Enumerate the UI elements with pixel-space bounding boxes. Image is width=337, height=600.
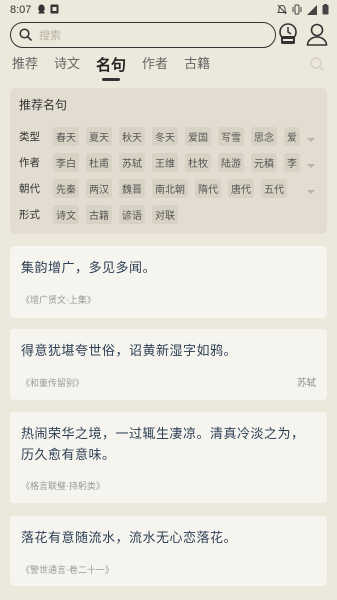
filter-row-form: 形式 诗文 古籍 谚语 对联 bbox=[19, 201, 318, 227]
quote-author[interactable]: 苏轼 bbox=[297, 375, 316, 389]
filter-chip[interactable]: 爱国 bbox=[185, 126, 211, 146]
filter-chip[interactable]: 先秦 bbox=[53, 178, 79, 198]
filter-chip[interactable]: 杜牧 bbox=[185, 152, 211, 172]
filter-chip[interactable]: 古籍 bbox=[86, 204, 112, 224]
chevron-down-icon[interactable] bbox=[302, 155, 316, 174]
filter-chip[interactable]: 唐代 bbox=[228, 178, 254, 198]
filter-chip[interactable]: 爱 bbox=[284, 126, 300, 146]
status-time: 8:07 bbox=[10, 4, 32, 16]
filter-chip[interactable]: 谚语 bbox=[119, 204, 145, 224]
category-tabs: 推荐 诗文 名句 作者 古籍 bbox=[12, 52, 226, 78]
user-profile-button[interactable] bbox=[305, 22, 329, 48]
filter-row-dynasty: 朝代 先秦 两汉 魏晋 南北朝 隋代 唐代 五代 bbox=[19, 175, 318, 201]
filter-chip[interactable]: 李白 bbox=[53, 152, 79, 172]
filter-chip[interactable]: 五代 bbox=[261, 178, 287, 198]
chevron-down-icon[interactable] bbox=[302, 181, 316, 200]
quote-card[interactable]: 落花有意随流水，流水无心恋落花。 《警世通言·卷二十一》 bbox=[10, 516, 327, 586]
signal-icon bbox=[307, 4, 317, 18]
status-bar: 8:07 bbox=[0, 0, 337, 20]
tab-authors[interactable]: 作者 bbox=[142, 52, 168, 78]
search-icon bbox=[19, 26, 32, 45]
quote-text: 得意犹堪夸世俗，诏黄新湿字如鸦。 bbox=[21, 344, 238, 359]
filter-chip[interactable]: 春天 bbox=[53, 126, 79, 146]
history-button[interactable] bbox=[277, 22, 299, 48]
tab-recommend[interactable]: 推荐 bbox=[12, 52, 38, 78]
user-icon bbox=[305, 23, 329, 52]
quote-text: 热闹荣华之境，一过辄生凄凉。清真冷淡之为，历久愈有意味。 bbox=[21, 427, 305, 463]
filter-chip[interactable]: 李 bbox=[284, 152, 300, 172]
filter-label: 形式 bbox=[19, 208, 40, 221]
filter-row-author: 作者 李白 杜甫 苏轼 王维 杜牧 陆游 元稹 李 bbox=[19, 149, 318, 175]
history-clock-icon bbox=[277, 23, 299, 52]
quote-text: 落花有意随流水，流水无心恋落花。 bbox=[21, 531, 238, 546]
tab-poetry[interactable]: 诗文 bbox=[54, 52, 80, 78]
tab-search-icon[interactable] bbox=[309, 56, 325, 76]
quote-card[interactable]: 集韵增广，多见多闻。 《增广贤文·上集》 bbox=[10, 246, 327, 318]
search-input[interactable]: 搜索 bbox=[10, 22, 276, 48]
filter-panel: 推荐名句 类型 春天 夏天 秋天 冬天 爱国 写雪 思念 爱 作者 李白 杜甫 … bbox=[10, 88, 327, 234]
vibrate-icon bbox=[292, 4, 302, 18]
quote-source: 《警世通言·卷二十一》 bbox=[21, 566, 114, 576]
filter-chip[interactable]: 写雪 bbox=[218, 126, 244, 146]
filter-chip[interactable]: 秋天 bbox=[119, 126, 145, 146]
quote-source: 《和董传留别》 bbox=[21, 379, 85, 389]
filter-label: 类型 bbox=[19, 130, 40, 143]
filter-chip[interactable]: 苏轼 bbox=[119, 152, 145, 172]
quote-source: 《格言联璧·持躬类》 bbox=[21, 482, 105, 492]
filter-chip[interactable]: 两汉 bbox=[86, 178, 112, 198]
filter-chip[interactable]: 对联 bbox=[152, 204, 178, 224]
quote-card[interactable]: 热闹荣华之境，一过辄生凄凉。清真冷淡之为，历久愈有意味。 《格言联璧·持躬类》 bbox=[10, 412, 327, 503]
tab-ancient-books[interactable]: 古籍 bbox=[184, 52, 210, 78]
filter-chip[interactable]: 元稹 bbox=[251, 152, 277, 172]
filter-chip[interactable]: 冬天 bbox=[152, 126, 178, 146]
app-notification-icon bbox=[50, 4, 59, 17]
filter-chip[interactable]: 王维 bbox=[152, 152, 178, 172]
search-row: 搜索 bbox=[8, 22, 329, 48]
battery-icon bbox=[322, 4, 329, 18]
quote-text: 集韵增广，多见多闻。 bbox=[21, 261, 157, 276]
chevron-down-icon[interactable] bbox=[302, 129, 316, 148]
filter-label: 作者 bbox=[19, 156, 40, 169]
qq-notification-icon bbox=[37, 4, 46, 17]
filter-title: 推荐名句 bbox=[19, 98, 68, 112]
tab-famous-quotes[interactable]: 名句 bbox=[96, 52, 126, 78]
filter-chip[interactable]: 魏晋 bbox=[119, 178, 145, 198]
filter-chip[interactable]: 南北朝 bbox=[152, 178, 188, 198]
quote-card[interactable]: 得意犹堪夸世俗，诏黄新湿字如鸦。 《和董传留别》 苏轼 bbox=[10, 329, 327, 400]
filter-chip[interactable]: 隋代 bbox=[195, 178, 221, 198]
filter-chip[interactable]: 杜甫 bbox=[86, 152, 112, 172]
quote-source: 《增广贤文·上集》 bbox=[21, 296, 96, 306]
mute-icon bbox=[277, 4, 287, 18]
filter-chip[interactable]: 夏天 bbox=[86, 126, 112, 146]
filter-label: 朝代 bbox=[19, 182, 40, 195]
filter-row-type: 类型 春天 夏天 秋天 冬天 爱国 写雪 思念 爱 bbox=[19, 123, 318, 149]
filter-chip[interactable]: 诗文 bbox=[53, 204, 79, 224]
filter-chip[interactable]: 陆游 bbox=[218, 152, 244, 172]
filter-chip[interactable]: 思念 bbox=[251, 126, 277, 146]
search-placeholder: 搜索 bbox=[39, 29, 61, 42]
